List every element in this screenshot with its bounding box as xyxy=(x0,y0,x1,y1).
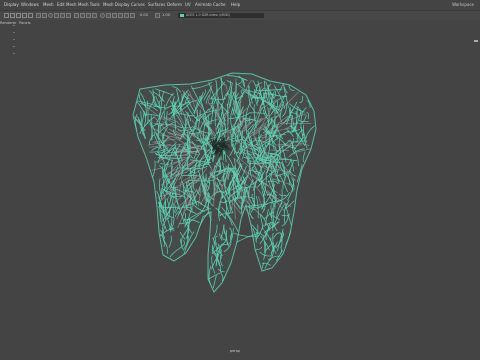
tooth-wireframe-model xyxy=(132,72,317,293)
menu-help[interactable]: Help xyxy=(231,1,240,9)
snap-point-icon[interactable] xyxy=(16,13,21,18)
menu-cache[interactable]: Cache xyxy=(213,1,225,9)
snap-surface-icon[interactable] xyxy=(28,13,33,18)
menu-mesh-display[interactable]: Mesh Display xyxy=(103,1,130,9)
exposure-icon[interactable] xyxy=(155,13,160,18)
frame-value-field[interactable]: 0.00 xyxy=(140,13,148,18)
snap-view-plane-icon[interactable] xyxy=(22,13,27,18)
camera-name-label: persp xyxy=(230,349,240,353)
isolate-select-icon[interactable] xyxy=(100,13,105,18)
shadows-icon[interactable] xyxy=(54,13,59,18)
panel-menu-panels[interactable]: Panels xyxy=(19,20,31,27)
wireframe-icon[interactable] xyxy=(36,13,41,18)
xray-joints-icon[interactable] xyxy=(66,13,71,18)
gate-mask-icon[interactable] xyxy=(92,13,97,18)
panel-menu-bar: Renderer Panels xyxy=(0,20,480,27)
snap-curve-icon[interactable] xyxy=(10,13,15,18)
grease-pencil-icon[interactable] xyxy=(130,13,135,18)
scale-value-field[interactable]: 1.00 xyxy=(162,13,170,18)
menu-display[interactable]: Display xyxy=(4,1,19,9)
lighting-icon[interactable] xyxy=(48,13,53,18)
camera-attributes-icon[interactable] xyxy=(106,13,111,18)
menu-uv[interactable]: UV xyxy=(185,1,191,9)
snap-grid-icon[interactable] xyxy=(4,13,9,18)
tooth-wireframe-strands xyxy=(132,72,317,293)
film-gate-icon[interactable] xyxy=(80,13,85,18)
main-menu-bar: Display Windows Mesh Edit Mesh Mesh Tool… xyxy=(0,0,480,11)
side-toolbar-marker: • xyxy=(13,31,15,35)
bookmark-icon[interactable] xyxy=(112,13,117,18)
smooth-shade-icon[interactable] xyxy=(42,13,47,18)
colorspace-swatch xyxy=(180,14,184,17)
viewport-3d[interactable] xyxy=(0,27,480,360)
side-toolbar-marker: • xyxy=(13,52,15,56)
menu-curves[interactable]: Curves xyxy=(131,1,145,9)
two-d-pan-icon[interactable] xyxy=(124,13,129,18)
menu-surfaces[interactable]: Surfaces xyxy=(148,1,165,9)
workspace-selector[interactable]: Workspace xyxy=(452,1,474,9)
menu-deform[interactable]: Deform xyxy=(167,1,182,9)
menu-windows[interactable]: Windows xyxy=(21,1,39,9)
colorspace-field[interactable]: ACES 1.0 SDR-video (sRGB) xyxy=(178,13,264,18)
side-toolbar-marker: • xyxy=(13,45,15,49)
side-toolbar-marker: • xyxy=(13,38,15,42)
menu-animate[interactable]: Animate xyxy=(195,1,212,9)
side-toolbar-marker: • xyxy=(13,24,15,28)
menu-mesh-tools[interactable]: Mesh Tools xyxy=(78,1,100,9)
xray-icon[interactable] xyxy=(60,13,65,18)
menu-mesh[interactable]: Mesh xyxy=(43,1,54,9)
maya-application: Display Windows Mesh Edit Mesh Mesh Tool… xyxy=(0,0,480,360)
viewport-edge-mark xyxy=(474,40,478,42)
grid-toggle-icon[interactable] xyxy=(74,13,79,18)
resolution-gate-icon[interactable] xyxy=(86,13,91,18)
image-plane-icon[interactable] xyxy=(118,13,123,18)
menu-edit-mesh[interactable]: Edit Mesh xyxy=(57,1,77,9)
